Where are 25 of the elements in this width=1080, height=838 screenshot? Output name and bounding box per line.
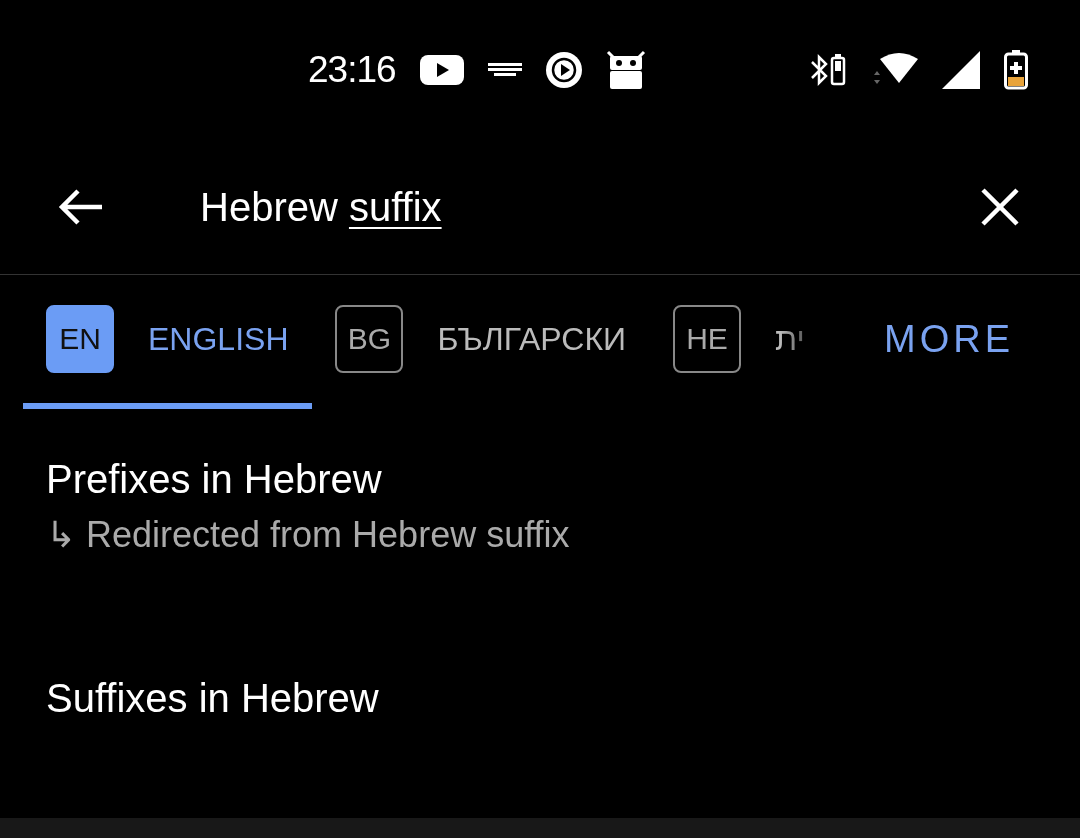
more-button[interactable]: MORE bbox=[840, 275, 1014, 411]
language-code: EN bbox=[46, 305, 114, 373]
result-item[interactable]: Suffixes in Hebrew bbox=[46, 676, 1034, 721]
search-field[interactable]: Hebrew suffix bbox=[104, 184, 980, 230]
battery-charging-icon bbox=[1004, 50, 1028, 90]
video-icon bbox=[419, 55, 464, 85]
keyboard-icon bbox=[487, 63, 522, 77]
play-circle-icon bbox=[545, 52, 582, 88]
language-name: ית bbox=[775, 320, 805, 358]
language-tab[interactable]: BG БЪЛГАРСКИ bbox=[312, 275, 650, 409]
language-name: ENGLISH bbox=[148, 320, 289, 358]
robot-icon bbox=[605, 50, 646, 90]
language-tab[interactable]: EN ENGLISH bbox=[23, 275, 313, 409]
close-button[interactable] bbox=[980, 187, 1020, 227]
result-title: Prefixes in Hebrew bbox=[46, 457, 382, 502]
back-button[interactable] bbox=[56, 187, 104, 227]
redirect-note: ↳ Redirected from Hebrew suffix bbox=[46, 514, 570, 556]
clock-time: 23:16 bbox=[308, 49, 396, 91]
result-item[interactable]: Prefixes in Hebrew ↳ Redirected from Hebrew suffix bbox=[46, 457, 1034, 556]
language-code: HE bbox=[673, 305, 741, 373]
result-title: Suffixes in Hebrew bbox=[46, 676, 379, 721]
language-name: БЪЛГАРСКИ bbox=[437, 320, 626, 358]
signal-icon bbox=[942, 51, 980, 89]
language-code: BG bbox=[335, 305, 404, 373]
bluetooth-battery-icon bbox=[810, 52, 848, 88]
